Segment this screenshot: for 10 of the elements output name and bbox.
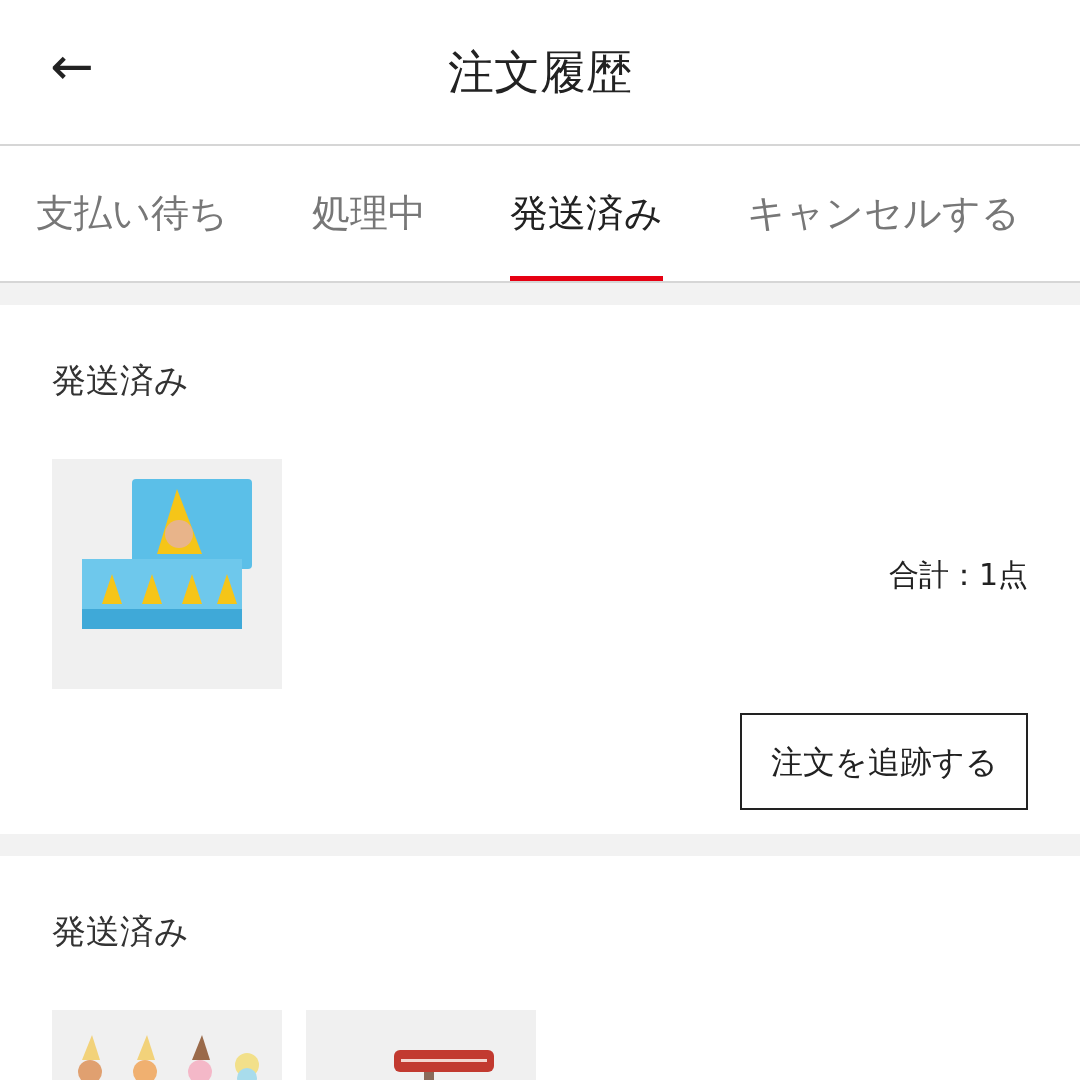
tab[interactable]: 支払い待ち [36,146,228,281]
order-status: 発送済み [52,363,190,397]
order-status: 発送済み [52,914,190,948]
tab[interactable]: キャンセルする [747,146,1020,281]
page-title: 注文履歴 [448,43,632,101]
tab[interactable]: 処理中 [312,146,426,281]
back-button[interactable]: ← [50,40,94,92]
item-total: 合計：1点 [888,555,1028,594]
tab[interactable]: 発送済み [510,146,663,281]
track-order-button[interactable]: 注文を追跡する [740,713,1028,810]
